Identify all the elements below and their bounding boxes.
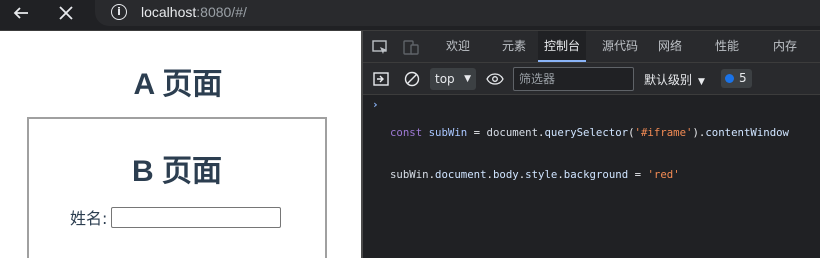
code-token: body — [492, 168, 519, 181]
name-input[interactable] — [111, 206, 282, 228]
device-toolbar-icon[interactable] — [403, 40, 420, 55]
tab-network[interactable]: 网络 — [658, 31, 682, 62]
page-viewport: A 页面 B 页面 姓名: — [0, 31, 362, 258]
iframe-page-title: B 页面 — [132, 155, 222, 188]
stop-loading-button[interactable] — [51, 0, 81, 26]
browser-toolbar: i localhost:8080/#/ — [0, 0, 820, 31]
url-path: :8080/#/ — [196, 4, 247, 20]
arrow-left-icon — [13, 7, 28, 19]
name-row: 姓名: — [70, 205, 282, 229]
code-token: const — [390, 126, 429, 139]
tab-sources[interactable]: 源代码 — [602, 31, 638, 62]
tab-memory[interactable]: 内存 — [773, 31, 797, 62]
code-token: document — [435, 168, 487, 181]
tab-elements[interactable]: 元素 — [502, 31, 526, 62]
code-token: contentWindow — [705, 126, 789, 139]
code-token: = — [628, 168, 648, 181]
tab-welcome[interactable]: 欢迎 — [446, 31, 470, 62]
code-token: querySelector — [544, 126, 629, 139]
issues-badge[interactable]: 5 — [721, 69, 752, 88]
url-host: localhost — [141, 4, 197, 20]
console-filter-input[interactable] — [513, 67, 634, 91]
chevron-down-icon: ▼ — [698, 77, 705, 87]
info-icon[interactable]: i — [111, 4, 127, 20]
console-output[interactable]: › const subWin = document.querySelector(… — [363, 96, 820, 258]
page-title: A 页面 — [133, 68, 223, 101]
console-prompt-icon: › — [372, 98, 379, 111]
tab-console[interactable]: 控制台 — [538, 31, 587, 62]
context-select-value: top — [435, 72, 455, 86]
name-label: 姓名: — [70, 209, 108, 228]
chevron-down-icon: ▼ — [464, 74, 471, 84]
devtools-panel: 欢迎 元素 控制台 源代码 网络 性能 内存 top ▼ 默认级别 ▼ 5 — [363, 31, 820, 258]
devtools-tabbar: 欢迎 元素 控制台 源代码 网络 性能 内存 — [363, 31, 820, 63]
code-token: '#iframe' — [634, 126, 693, 139]
code-token: style — [525, 168, 558, 181]
code-token: document — [486, 126, 539, 139]
console-toolbar: top ▼ 默认级别 ▼ 5 — [363, 63, 820, 95]
issues-icon — [725, 74, 734, 83]
back-button[interactable] — [6, 0, 36, 26]
code-token: 'red' — [647, 168, 680, 181]
console-code-line-1: const subWin = document.querySelector('#… — [390, 126, 789, 140]
address-bar[interactable]: i localhost:8080/#/ — [95, 0, 820, 26]
url-text[interactable]: localhost:8080/#/ — [141, 3, 247, 21]
inspect-element-icon[interactable] — [372, 40, 389, 55]
iframe-frame: B 页面 姓名: — [27, 117, 327, 258]
clear-console-icon[interactable] — [404, 71, 420, 87]
log-level-select[interactable]: 默认级别 ▼ — [644, 71, 705, 88]
log-level-value: 默认级别 — [644, 73, 693, 87]
console-code-line-2: subWin.document.body.style.background = … — [390, 168, 789, 182]
live-expression-eye-icon[interactable] — [486, 73, 504, 85]
code-token: subWin — [428, 126, 468, 139]
code-token: ). — [692, 126, 706, 139]
console-input-code[interactable]: const subWin = document.querySelector('#… — [390, 98, 789, 210]
code-token: = — [467, 126, 487, 139]
context-select[interactable]: top ▼ — [430, 68, 476, 90]
code-token: background — [563, 168, 629, 181]
code-token: subWin — [390, 168, 429, 181]
sidebar-toggle-icon[interactable] — [373, 72, 389, 86]
tab-performance[interactable]: 性能 — [715, 31, 739, 62]
issues-count: 5 — [739, 71, 747, 85]
close-icon — [59, 6, 73, 20]
